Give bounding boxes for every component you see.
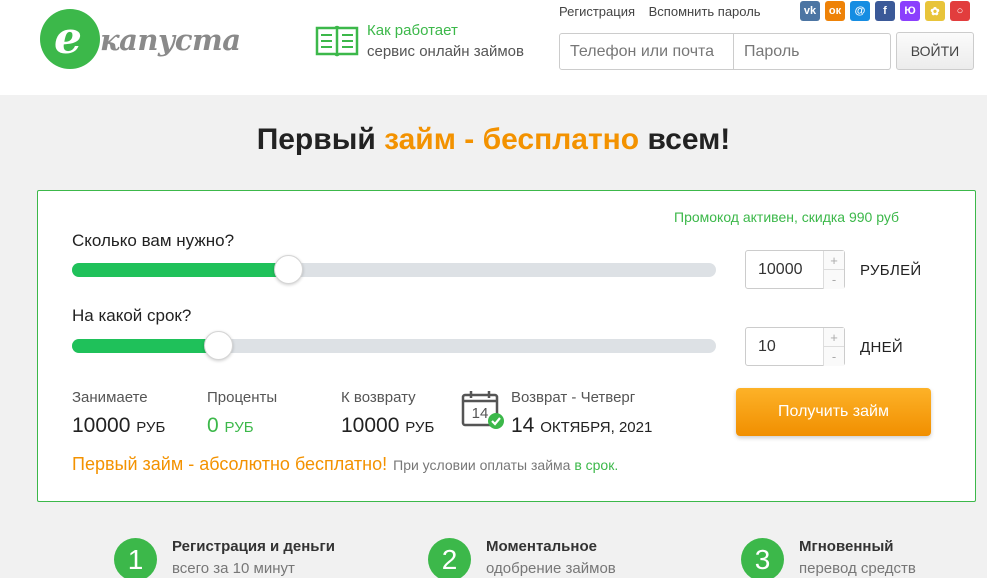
step-1-subtitle: всего за 10 минут (172, 560, 295, 577)
term-slider-handle[interactable] (203, 331, 233, 360)
amount-value[interactable]: 10000 (758, 261, 803, 279)
amount-slider-handle[interactable] (274, 255, 304, 284)
remind-password-link[interactable]: Вспомнить пароль (649, 4, 761, 19)
free-loan-text: Первый займ - абсолютно бесплатно! (72, 454, 388, 474)
term-unit: ДНЕЙ (860, 339, 903, 356)
logo-text: капуста (100, 23, 241, 57)
password-input[interactable] (734, 34, 890, 69)
page-title-part2: всем! (639, 123, 731, 156)
page-title-part1: Первый (256, 123, 385, 156)
free-loan-note: Первый займ - абсолютно бесплатно! При ус… (72, 454, 618, 475)
step-2-title: Моментальное (486, 538, 597, 555)
term-stepper[interactable]: 10 + - (745, 327, 845, 366)
amount-unit: РУБЛЕЙ (860, 262, 922, 279)
login-form (559, 33, 891, 70)
auth-links: Регистрация Вспомнить пароль (559, 4, 771, 19)
return-date: 14 ОКТЯБРЯ, 2021 (511, 414, 653, 437)
term-slider[interactable] (72, 331, 716, 360)
facebook-icon[interactable]: f (875, 1, 895, 21)
login-button[interactable]: ВОЙТИ (896, 32, 974, 70)
return-day-label: Возврат - Четверг (511, 389, 636, 406)
step-3-title: Мгновенный (799, 538, 894, 555)
amount-plus-button[interactable]: + (823, 251, 844, 270)
amount-slider-fill (72, 263, 289, 277)
page-title-accent: займ - бесплатно (384, 123, 640, 156)
rambler-icon[interactable]: ○ (950, 1, 970, 21)
amount-slider[interactable] (72, 255, 716, 284)
interest-summary: Проценты 0 РУБ (207, 389, 277, 438)
return-date-summary: Возврат - Четверг 14 ОКТЯБРЯ, 2021 (511, 389, 652, 438)
term-plus-button[interactable]: + (823, 328, 844, 347)
logo[interactable]: e капуста (40, 9, 245, 69)
term-minus-button[interactable]: - (823, 347, 844, 366)
borrow-amount: 10000 РУБ (72, 414, 166, 437)
amount-question: Сколько вам нужно? (72, 231, 235, 250)
yoomoney-icon[interactable]: Ю (900, 1, 920, 21)
step-3-subtitle: перевод средств (799, 560, 916, 577)
get-loan-button[interactable]: Получить займ (736, 388, 931, 436)
phone-or-email-input[interactable] (560, 34, 734, 69)
vk-icon[interactable]: vk (800, 1, 820, 21)
amount-stepper[interactable]: 10000 + - (745, 250, 845, 289)
return-amount: 10000 РУБ (341, 414, 435, 437)
interest-label: Проценты (207, 389, 278, 406)
borrow-label: Занимаете (72, 389, 148, 406)
site-header: e капуста Как работает сервис онлайн зай… (0, 0, 987, 95)
open-book-icon (315, 25, 359, 57)
term-question: На какой срок? (72, 306, 192, 325)
step-1-title: Регистрация и деньги (172, 538, 336, 555)
loan-calculator: Промокод активен, скидка 990 руб Сколько… (37, 190, 976, 502)
return-summary: К возврату 10000 РУБ (341, 389, 434, 438)
mail-icon[interactable]: @ (850, 1, 870, 21)
social-login-bar: vk ок @ f Ю ✿ ○ (800, 1, 970, 21)
step-1-number: 1 (114, 538, 157, 578)
step-2-subtitle: одобрение займов (486, 560, 616, 577)
logo-emblem: e (40, 9, 100, 69)
amount-minus-button[interactable]: - (823, 270, 844, 289)
calendar-check-icon: 14 (461, 391, 504, 429)
condition-text: При условии оплаты займа в срок. (393, 457, 619, 473)
term-value[interactable]: 10 (758, 338, 776, 356)
ok-icon[interactable]: ок (825, 1, 845, 21)
interest-amount: 0 РУБ (207, 414, 254, 437)
sber-icon[interactable]: ✿ (925, 1, 945, 21)
step-3-number: 3 (741, 538, 784, 578)
return-label: К возврату (341, 389, 416, 406)
condition-accent[interactable]: в срок. (574, 457, 618, 473)
register-link[interactable]: Регистрация (559, 4, 635, 19)
promo-status: Промокод активен, скидка 990 руб (674, 209, 900, 225)
logo-letter: e (54, 13, 82, 64)
borrow-summary: Занимаете 10000 РУБ (72, 389, 165, 438)
term-slider-fill (72, 339, 218, 353)
step-2-number: 2 (428, 538, 471, 578)
calendar-day: 14 (472, 405, 489, 422)
how-it-works-subtitle: сервис онлайн займов (367, 43, 524, 60)
how-it-works-title: Как работает (367, 22, 458, 39)
page-title: Первый займ - бесплатно всем! (0, 123, 987, 157)
